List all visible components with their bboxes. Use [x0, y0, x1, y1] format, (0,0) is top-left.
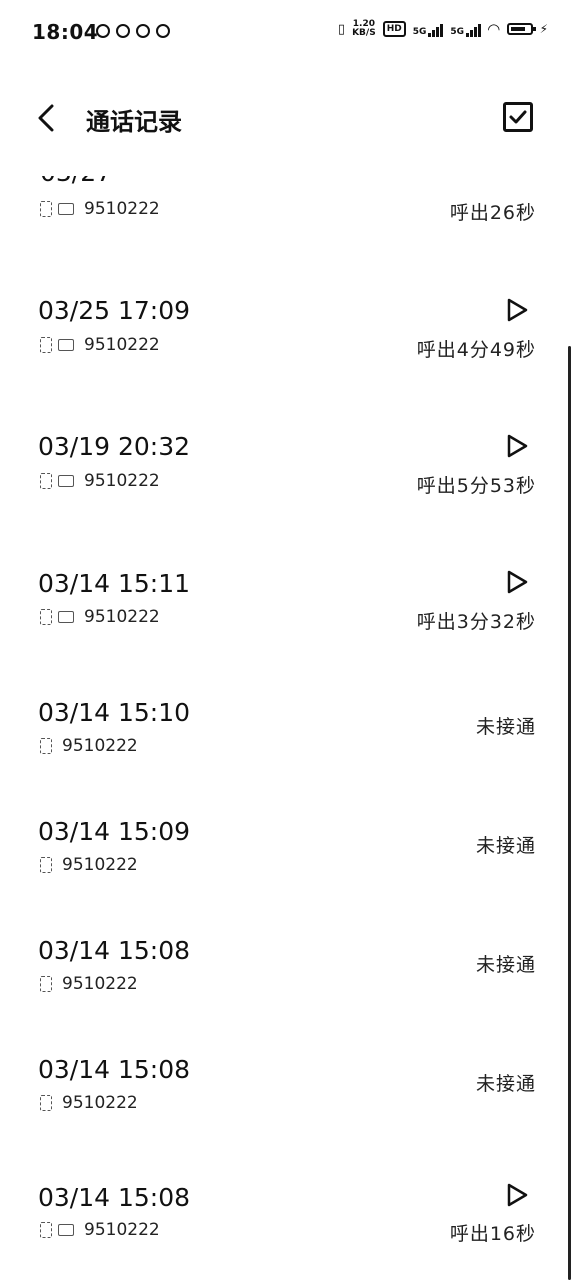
call-date: 03/14 15:08	[38, 1183, 191, 1212]
call-date: 03/14 15:08	[38, 936, 191, 965]
signal-2: 5G	[450, 21, 482, 37]
hd-badge: HD	[382, 21, 406, 37]
signal-1: 5G	[413, 21, 444, 37]
notification-icon	[96, 24, 110, 38]
phone-number: 9510222	[84, 607, 160, 627]
play-triangle	[507, 570, 528, 594]
call-detail: 9510222	[40, 736, 138, 756]
call-status: 呼出5分53秒	[416, 475, 536, 497]
signal-bars-icon	[428, 21, 444, 37]
call-status: 呼出4分49秒	[416, 339, 536, 361]
call-date: 03/25 17:09	[38, 296, 191, 325]
status-bar: 18:04 ▯ 1.20 KB/S HD 5G 5G ◠ ⚡	[0, 0, 576, 64]
scrollbar[interactable]	[568, 346, 571, 1280]
play-outline-icon[interactable]	[506, 434, 528, 458]
charging-icon: ⚡	[539, 22, 548, 36]
sim-card-icon	[40, 609, 52, 625]
call-status: 未接通	[475, 716, 536, 738]
call-status: 呼出26秒	[449, 202, 536, 224]
sim-card-icon	[40, 201, 52, 217]
play-triangle	[507, 298, 528, 322]
call-detail: 9510222	[40, 1220, 160, 1240]
status-indicators: ▯ 1.20 KB/S HD 5G 5G ◠ ⚡	[337, 20, 548, 39]
checkbox-checked-icon[interactable]	[503, 102, 533, 132]
play-outline-icon[interactable]	[506, 298, 528, 322]
sim-card-icon	[40, 337, 52, 353]
partial-date: 03/27 18:04	[40, 176, 180, 186]
call-status: 未接通	[475, 954, 536, 976]
call-status: 未接通	[475, 1073, 536, 1095]
play-triangle	[507, 434, 528, 458]
sim-card-icon	[40, 473, 52, 489]
notification-icon	[156, 24, 170, 38]
status-time: 18:04	[32, 20, 99, 44]
phone-number: 9510222	[84, 335, 160, 355]
notification-icons	[96, 24, 170, 38]
page-title: 通话记录	[86, 108, 182, 136]
phone-number: 9510222	[84, 199, 160, 219]
phone-number: 9510222	[84, 1220, 160, 1240]
sim-card-icon	[40, 976, 52, 992]
vibrate-icon: ▯	[337, 21, 346, 37]
call-date: 03/14 15:11	[38, 569, 191, 598]
call-status: 呼出16秒	[449, 1223, 536, 1245]
phone-number: 9510222	[62, 855, 138, 875]
battery-icon	[506, 23, 536, 35]
call-date: 03/14 15:08	[38, 1055, 191, 1084]
recording-icon	[58, 1224, 74, 1236]
call-detail: 9510222	[40, 1093, 138, 1113]
notification-icon	[116, 24, 130, 38]
play-triangle	[507, 1183, 528, 1207]
call-detail: 9510222	[40, 471, 160, 491]
call-detail: 9510222	[40, 335, 160, 355]
app-header: 通话记录	[0, 88, 576, 148]
network-speed: 1.20 KB/S	[352, 20, 376, 38]
sim-card-icon	[40, 738, 52, 754]
signal-bars-icon	[466, 21, 482, 37]
call-date: 03/19 20:32	[38, 432, 191, 461]
sim-card-icon	[40, 1222, 52, 1238]
call-date: 03/14 15:09	[38, 817, 191, 846]
play-outline-icon[interactable]	[506, 570, 528, 594]
network-type: 5G	[450, 27, 465, 37]
phone-number: 9510222	[62, 736, 138, 756]
chat-icon	[136, 24, 150, 38]
call-status: 未接通	[475, 835, 536, 857]
speed-unit: KB/S	[352, 28, 376, 38]
call-status: 呼出3分32秒	[416, 611, 536, 633]
call-detail: 9510222	[40, 199, 160, 219]
play-outline-icon[interactable]	[506, 1183, 528, 1207]
chevron-left-icon[interactable]	[34, 102, 62, 134]
sim-card-icon	[40, 1095, 52, 1111]
network-type: 5G	[412, 27, 427, 37]
recording-icon	[58, 339, 74, 351]
recording-icon	[58, 611, 74, 623]
phone-number: 9510222	[62, 974, 138, 994]
phone-number: 9510222	[84, 471, 160, 491]
recording-icon	[58, 475, 74, 487]
call-detail: 9510222	[40, 974, 138, 994]
sim-card-icon	[40, 857, 52, 873]
call-detail: 9510222	[40, 855, 138, 875]
wifi-icon: ◠	[488, 20, 500, 38]
call-detail: 9510222	[40, 607, 160, 627]
recording-icon	[58, 203, 74, 215]
phone-number: 9510222	[62, 1093, 138, 1113]
call-date: 03/14 15:10	[38, 698, 191, 727]
